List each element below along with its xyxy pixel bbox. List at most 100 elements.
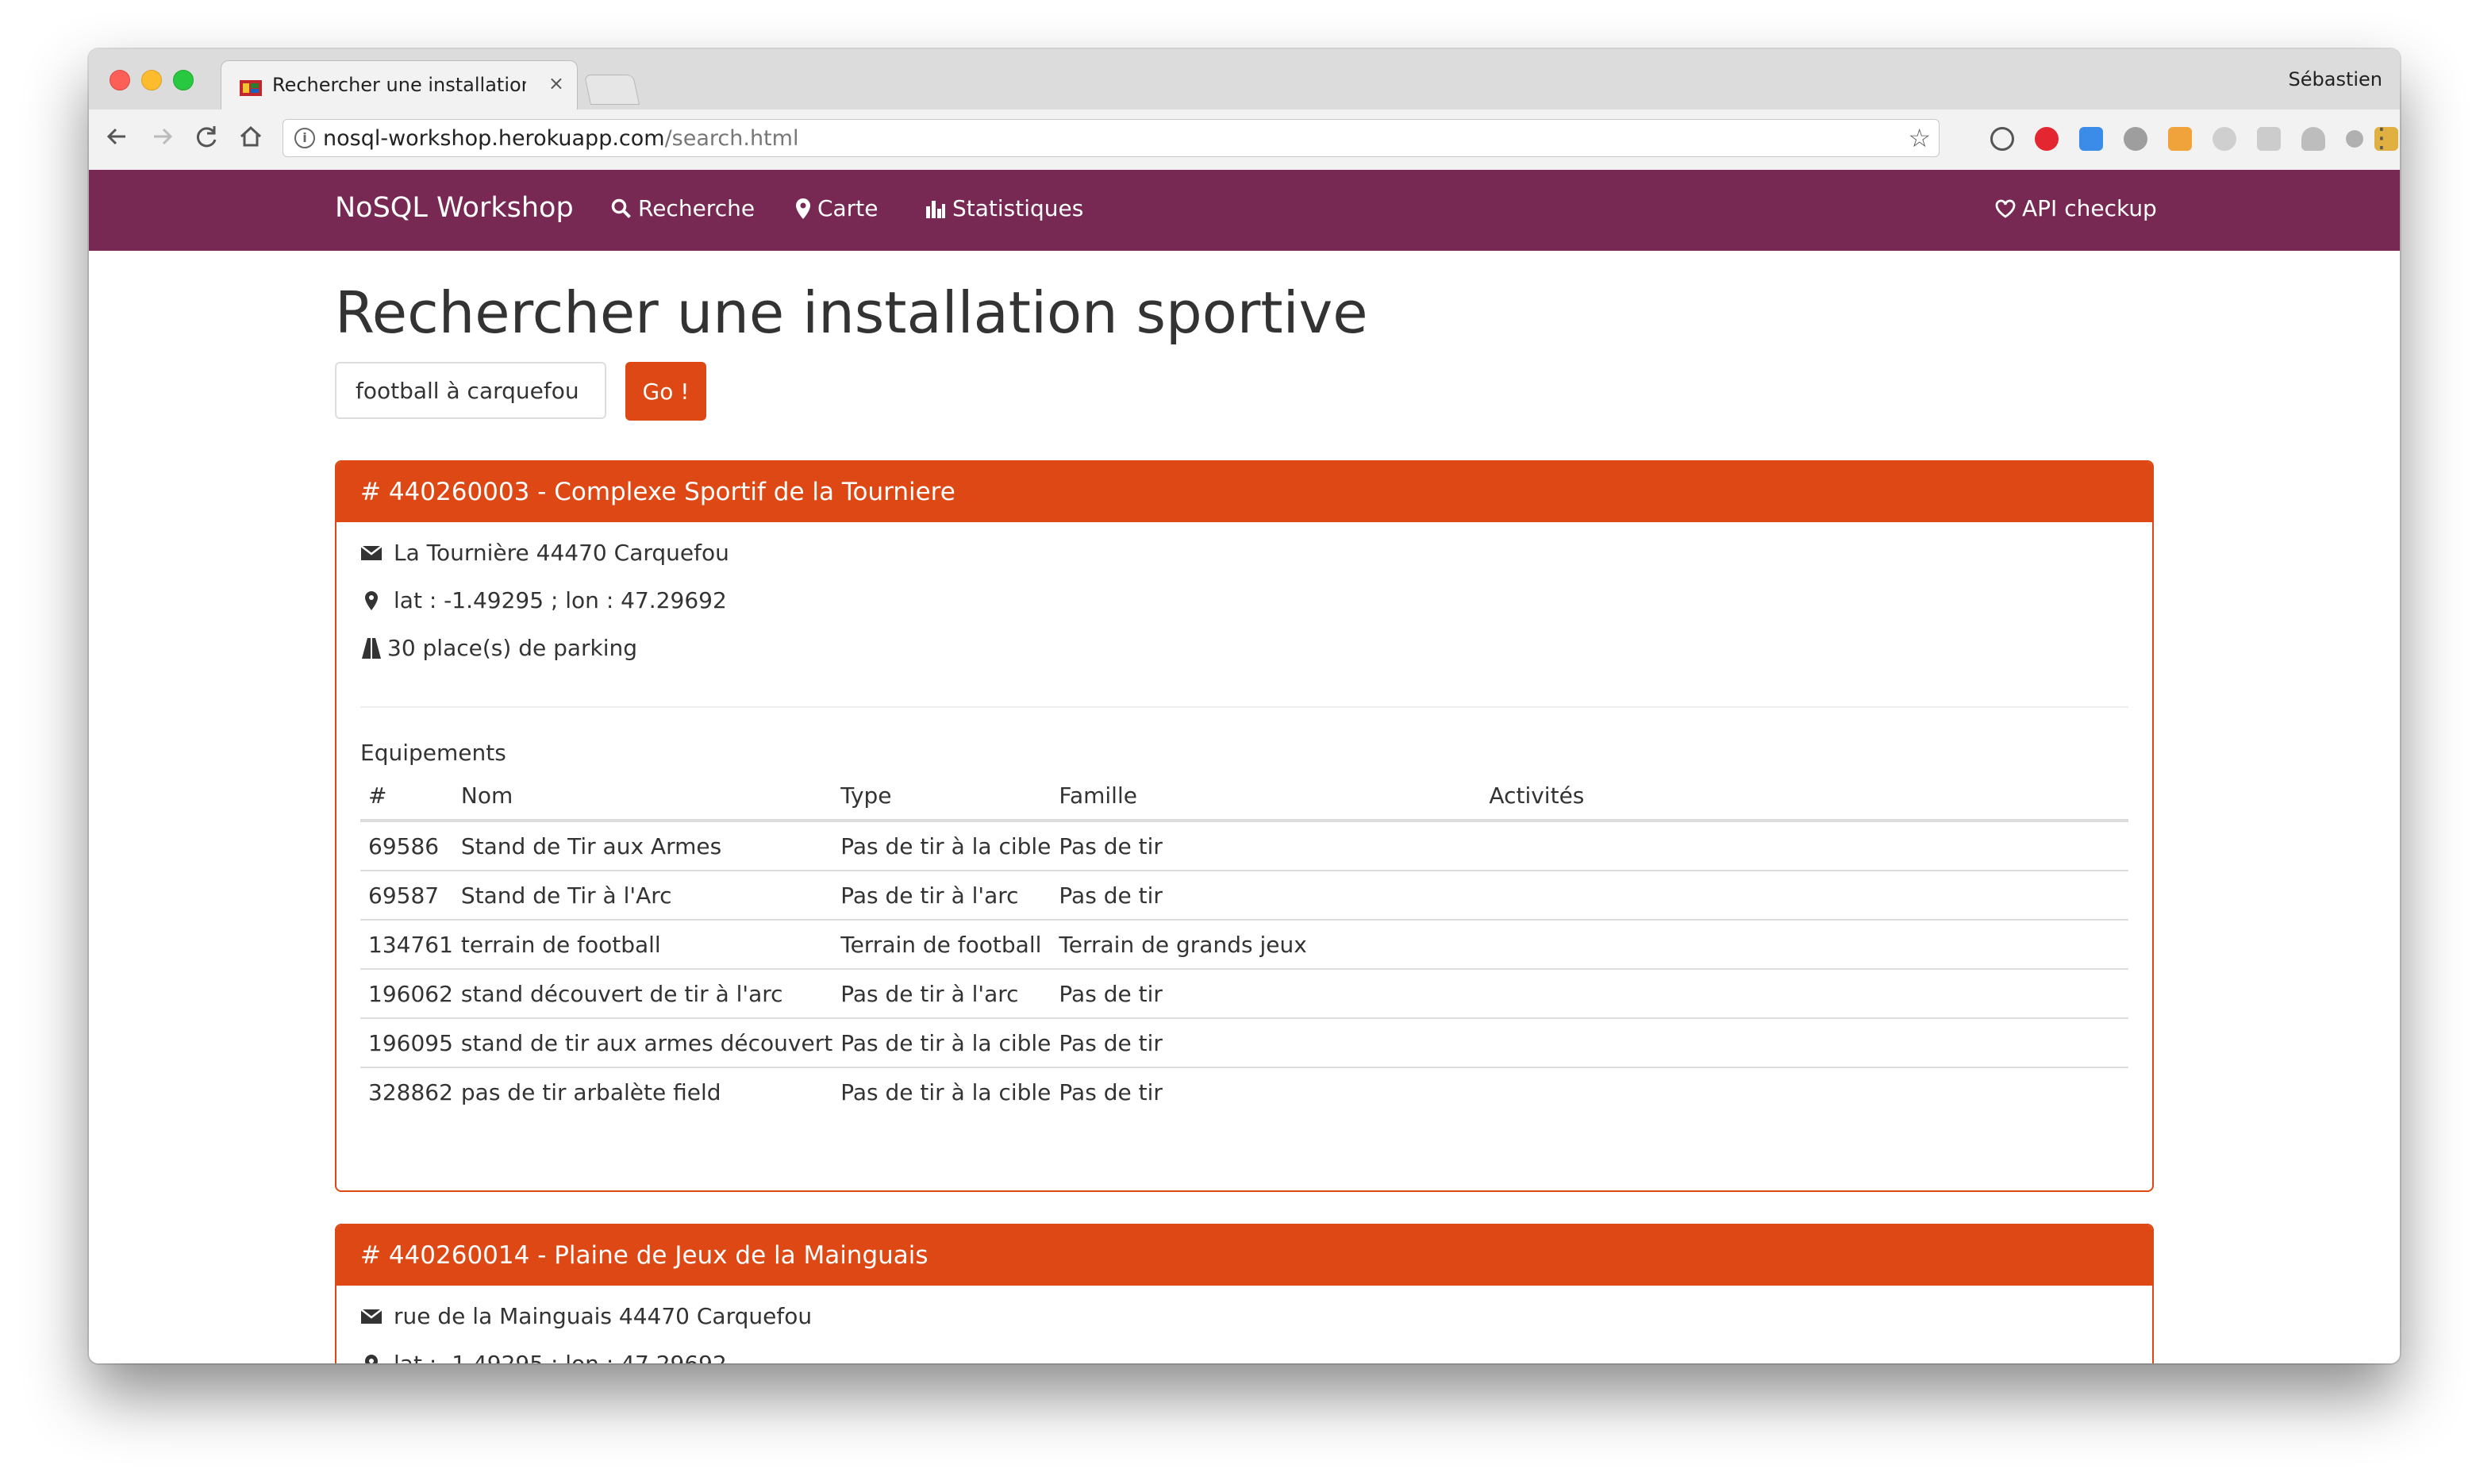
table-cell: Stand de Tir à l'Arc <box>452 871 833 921</box>
reload-icon[interactable] <box>189 119 224 154</box>
table-cell <box>1481 821 2128 871</box>
browser-menu-icon[interactable]: ⋮ <box>2368 121 2395 156</box>
table-cell: 69586 <box>360 821 453 871</box>
bookmark-star-icon[interactable]: ☆ <box>1908 123 1931 153</box>
equipements-table: # Nom Type Famille Activités 69586 Stand… <box>360 771 2128 1116</box>
table-row: 328862 pas de tir arbalète field Pas de … <box>360 1067 2128 1116</box>
extension-leaf-icon[interactable] <box>2213 127 2236 151</box>
table-cell: Pas de tir à la cible <box>840 1078 1052 1105</box>
address-text: La Tournière 44470 Carquefou <box>394 540 729 566</box>
table-cell: Pas de tir <box>1051 1018 1482 1068</box>
favicon-icon <box>240 80 262 96</box>
forward-arrow-icon[interactable] <box>144 119 179 154</box>
extension-angular-icon[interactable] <box>2301 127 2325 151</box>
table-row: 134761 terrain de football Terrain de fo… <box>360 920 2128 970</box>
parking-text: 30 place(s) de parking <box>387 635 638 661</box>
map-marker-icon <box>365 1354 378 1363</box>
extension-face-icon[interactable] <box>2168 127 2192 151</box>
table-cell: Stand de Tir aux Armes <box>452 821 833 871</box>
table-cell: terrain de football <box>452 920 833 970</box>
coords-line: lat : -1.49295 ; lon : 47.29692 <box>360 1351 727 1363</box>
page-viewport: NoSQL Workshop Recherche Carte Statistiq… <box>89 170 2400 1363</box>
road-icon <box>362 637 381 659</box>
table-cell <box>1481 920 2128 970</box>
table-cell <box>1481 1018 2128 1068</box>
zoom-window-button[interactable] <box>173 70 194 90</box>
nav-link-label: Statistiques <box>952 195 1084 221</box>
address-line: rue de la Mainguais 44470 Carquefou <box>360 1303 812 1329</box>
extension-dot-icon[interactable] <box>2346 130 2363 148</box>
nav-link-statistiques[interactable]: Statistiques <box>925 195 1083 221</box>
search-icon <box>611 198 631 218</box>
table-cell: 196095 <box>360 1018 453 1068</box>
nav-link-label: API checkup <box>2022 195 2157 221</box>
table-cell <box>1481 1067 2128 1116</box>
extension-globe-icon[interactable] <box>2124 127 2147 151</box>
browser-toolbar: i nosql-workshop.herokuapp.com/search.ht… <box>89 110 2400 171</box>
table-cell: pas de tir arbalète field <box>460 1078 721 1105</box>
table-row: 196062 stand découvert de tir à l'arc Pa… <box>360 969 2128 1019</box>
result-heading: # 440260014 - Plaine de Jeux de la Maing… <box>336 1225 2152 1286</box>
column-header: # <box>360 771 453 822</box>
table-cell: Terrain de football <box>832 920 1052 970</box>
search-input[interactable] <box>335 362 606 419</box>
coords-line: lat : -1.49295 ; lon : 47.29692 <box>360 587 727 613</box>
extension-grid-icon[interactable] <box>2257 127 2281 151</box>
equipements-title: Equipements <box>360 740 506 766</box>
table-cell: Pas de tir <box>1059 1078 1163 1105</box>
navbar-brand[interactable]: NoSQL Workshop <box>335 192 574 224</box>
table-cell: 196062 <box>360 969 453 1019</box>
nav-link-carte[interactable]: Carte <box>795 195 878 221</box>
table-cell: 328862 <box>368 1078 453 1105</box>
result-panel: # 440260014 - Plaine de Jeux de la Maing… <box>335 1224 2154 1363</box>
table-cell: Pas de tir <box>1051 821 1482 871</box>
extension-sync-icon[interactable] <box>1990 127 2014 151</box>
browser-window: Rechercher une installation sp × Sébasti… <box>89 49 2400 1363</box>
table-cell <box>1481 871 2128 921</box>
coords-text: lat : -1.49295 ; lon : 47.29692 <box>394 1351 727 1363</box>
column-header: Activités <box>1481 771 2128 822</box>
table-row: 69586 Stand de Tir aux Armes Pas de tir … <box>360 821 2128 871</box>
map-marker-icon <box>365 590 378 610</box>
column-header: Type <box>832 771 1052 822</box>
table-cell: Terrain de grands jeux <box>1051 920 1482 970</box>
page-title: Rechercher une installation sportive <box>335 279 1368 346</box>
table-row: 196095 stand de tir aux armes découvert … <box>360 1018 2128 1068</box>
minimize-window-button[interactable] <box>141 70 162 90</box>
extension-blue-icon[interactable] <box>2079 127 2103 151</box>
url-text[interactable]: nosql-workshop.herokuapp.com/search.html <box>323 126 798 151</box>
column-header: Famille <box>1051 771 1482 822</box>
nav-link-label: Recherche <box>638 195 755 221</box>
table-cell: Pas de tir <box>1051 871 1482 921</box>
go-button[interactable]: Go ! <box>625 362 706 421</box>
result-panel: # 440260003 - Complexe Sportif de la Tou… <box>335 460 2154 1192</box>
result-heading: # 440260003 - Complexe Sportif de la Tou… <box>336 462 2152 522</box>
divider <box>360 706 2128 708</box>
bar-chart-icon <box>926 200 945 218</box>
map-marker-icon <box>796 198 810 219</box>
table-cell <box>1481 969 2128 1019</box>
table-cell: 69587 <box>360 871 453 921</box>
site-info-icon[interactable]: i <box>294 128 315 148</box>
envelope-icon <box>360 1308 383 1324</box>
table-row: 69587 Stand de Tir à l'Arc Pas de tir à … <box>360 871 2128 921</box>
table-cell: Pas de tir à l'arc <box>832 969 1052 1019</box>
extension-opera-icon[interactable] <box>2035 127 2059 151</box>
navbar: NoSQL Workshop Recherche Carte Statistiq… <box>89 170 2400 251</box>
address-bar[interactable]: i nosql-workshop.herokuapp.com/search.ht… <box>283 119 1940 157</box>
table-cell: Pas de tir <box>1051 969 1482 1019</box>
envelope-icon <box>360 544 383 560</box>
column-header: Nom <box>452 771 833 822</box>
new-tab-button[interactable] <box>583 75 640 105</box>
browser-tab-active[interactable]: Rechercher une installation sp × <box>221 60 578 110</box>
nav-link-api-checkup[interactable]: API checkup <box>1995 195 2157 221</box>
table-cell: stand découvert de tir à l'arc <box>452 969 833 1019</box>
address-text: rue de la Mainguais 44470 Carquefou <box>394 1303 813 1329</box>
tab-close-icon[interactable]: × <box>548 72 564 94</box>
back-arrow-icon[interactable] <box>100 119 135 154</box>
profile-name[interactable]: Sébastien <box>2289 68 2383 90</box>
nav-link-label: Carte <box>817 195 879 221</box>
nav-link-recherche[interactable]: Recherche <box>611 195 755 221</box>
home-icon[interactable] <box>233 119 268 154</box>
close-window-button[interactable] <box>110 70 130 90</box>
